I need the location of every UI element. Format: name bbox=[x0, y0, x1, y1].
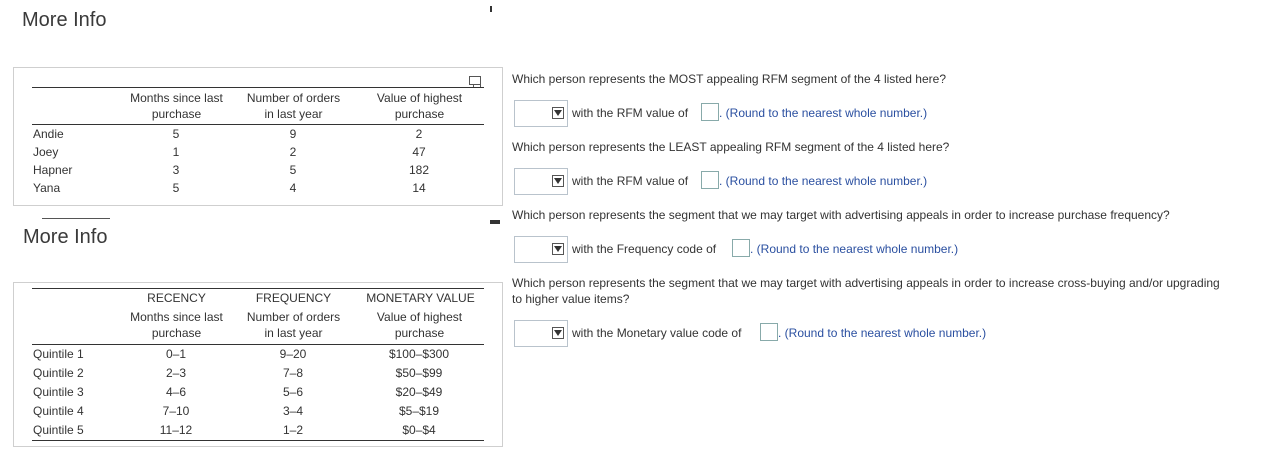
answer-label: with the RFM value of bbox=[572, 106, 689, 120]
cell-frequency: 9–20 bbox=[279, 347, 307, 361]
dropdown-arrow-icon bbox=[552, 107, 564, 119]
row-name: Joey bbox=[33, 145, 59, 159]
col-header-value: Value of highest purchase bbox=[362, 90, 477, 122]
person-dropdown[interactable] bbox=[514, 320, 568, 347]
col-header-line: Value of highest bbox=[376, 310, 463, 324]
col-header-line: purchase bbox=[394, 326, 445, 340]
person-dropdown[interactable] bbox=[514, 168, 568, 195]
cell-value: 182 bbox=[408, 163, 430, 177]
answer-input[interactable] bbox=[732, 239, 750, 257]
cell-recency: 3 bbox=[172, 163, 180, 177]
col-header-line: Months since last bbox=[130, 310, 223, 324]
cell-value: $20–$49 bbox=[395, 385, 443, 399]
cell-value: 2 bbox=[415, 127, 423, 141]
cell-frequency: 9 bbox=[289, 127, 297, 141]
row-name: Quintile 3 bbox=[33, 385, 84, 399]
cell-recency: 0–1 bbox=[165, 347, 187, 361]
quintile-key-panel: RECENCY FREQUENCY MONETARY VALUE Months … bbox=[13, 282, 503, 447]
answer-label: with the Monetary value code of bbox=[572, 326, 742, 340]
table-bottom-rule bbox=[32, 440, 484, 441]
cell-value: 47 bbox=[412, 145, 426, 159]
cell-value: 14 bbox=[412, 181, 426, 195]
cell-recency: 1 bbox=[172, 145, 180, 159]
table-top-rule bbox=[32, 288, 484, 289]
rounding-hint: . (Round to the nearest whole number.) bbox=[719, 174, 928, 188]
question-text: Which person represents the segment that… bbox=[512, 208, 1170, 222]
dropdown-arrow-icon bbox=[552, 243, 564, 255]
rounding-hint: . (Round to the nearest whole number.) bbox=[750, 242, 959, 256]
col-header-recency: Months since last purchase bbox=[119, 90, 234, 122]
dropdown-arrow-icon bbox=[552, 175, 564, 187]
cell-frequency: 2 bbox=[289, 145, 297, 159]
copy-icon[interactable] bbox=[469, 76, 481, 88]
cell-recency: 5 bbox=[172, 127, 180, 141]
cell-frequency: 7–8 bbox=[282, 366, 304, 380]
cell-frequency: 4 bbox=[289, 181, 297, 195]
cell-value: $50–$99 bbox=[395, 366, 443, 380]
question-text: Which person represents the segment that… bbox=[512, 276, 1220, 290]
table-top-rule bbox=[32, 87, 484, 88]
col-header-frequency: Number of orders in last year bbox=[236, 309, 351, 341]
rounding-hint: . (Round to the nearest whole number.) bbox=[719, 106, 928, 120]
cell-frequency: 3–4 bbox=[282, 404, 304, 418]
col-header-line: Value of highest bbox=[376, 91, 463, 105]
row-name: Quintile 1 bbox=[33, 347, 84, 361]
row-name: Andie bbox=[33, 127, 64, 141]
cell-recency: 5 bbox=[172, 181, 180, 195]
person-dropdown[interactable] bbox=[514, 100, 568, 127]
col-header-line: purchase bbox=[151, 107, 202, 121]
answer-input[interactable] bbox=[701, 171, 719, 189]
more-info-heading-middle: More Info bbox=[23, 226, 108, 248]
question-text-continued: to higher value items? bbox=[512, 292, 630, 306]
group-header-recency: RECENCY bbox=[147, 291, 206, 305]
col-header-recency: Months since last purchase bbox=[119, 309, 234, 341]
cell-frequency: 5 bbox=[289, 163, 297, 177]
cell-recency: 11–12 bbox=[159, 423, 193, 437]
group-header-monetary: MONETARY VALUE bbox=[366, 291, 475, 305]
person-dropdown[interactable] bbox=[514, 236, 568, 263]
group-header-frequency: FREQUENCY bbox=[255, 291, 332, 305]
question-text: Which person represents the MOST appeali… bbox=[512, 72, 946, 86]
row-name: Quintile 4 bbox=[33, 404, 84, 418]
answer-input[interactable] bbox=[760, 323, 778, 341]
answer-input[interactable] bbox=[701, 103, 719, 121]
question-text: Which person represents the LEAST appeal… bbox=[512, 140, 950, 154]
rounding-hint: . (Round to the nearest whole number.) bbox=[778, 326, 987, 340]
col-header-line: purchase bbox=[394, 107, 445, 121]
col-header-line: purchase bbox=[151, 326, 202, 340]
col-header-value: Value of highest purchase bbox=[362, 309, 477, 341]
header-rule bbox=[32, 124, 484, 125]
person-data-panel: Months since last purchase Number of ord… bbox=[13, 67, 503, 206]
col-header-line: Number of orders bbox=[246, 310, 341, 324]
col-header-line: Number of orders bbox=[246, 91, 341, 105]
cell-recency: 2–3 bbox=[165, 366, 187, 380]
row-name: Hapner bbox=[33, 163, 73, 177]
cell-value: $5–$19 bbox=[398, 404, 440, 418]
cell-recency: 7–10 bbox=[162, 404, 190, 418]
header-rule bbox=[32, 344, 484, 345]
cell-value: $0–$4 bbox=[402, 423, 436, 437]
cell-value: $100–$300 bbox=[388, 347, 450, 361]
more-info-heading-top: More Info bbox=[22, 9, 107, 31]
col-header-line: in last year bbox=[264, 107, 323, 121]
cell-frequency: 5–6 bbox=[282, 385, 304, 399]
row-name: Quintile 2 bbox=[33, 366, 84, 380]
col-header-frequency: Number of orders in last year bbox=[236, 90, 351, 122]
col-header-line: Months since last bbox=[130, 91, 223, 105]
cell-frequency: 1–2 bbox=[282, 423, 304, 437]
row-name: Yana bbox=[33, 181, 61, 195]
divider bbox=[42, 218, 110, 219]
col-header-line: in last year bbox=[264, 326, 323, 340]
answer-label: with the Frequency code of bbox=[572, 242, 717, 256]
answer-label: with the RFM value of bbox=[572, 174, 689, 188]
row-name: Quintile 5 bbox=[33, 423, 84, 437]
cell-recency: 4–6 bbox=[165, 385, 187, 399]
splitter-handle[interactable] bbox=[490, 6, 492, 12]
dropdown-arrow-icon bbox=[552, 327, 564, 339]
splitter-handle[interactable] bbox=[490, 220, 500, 224]
